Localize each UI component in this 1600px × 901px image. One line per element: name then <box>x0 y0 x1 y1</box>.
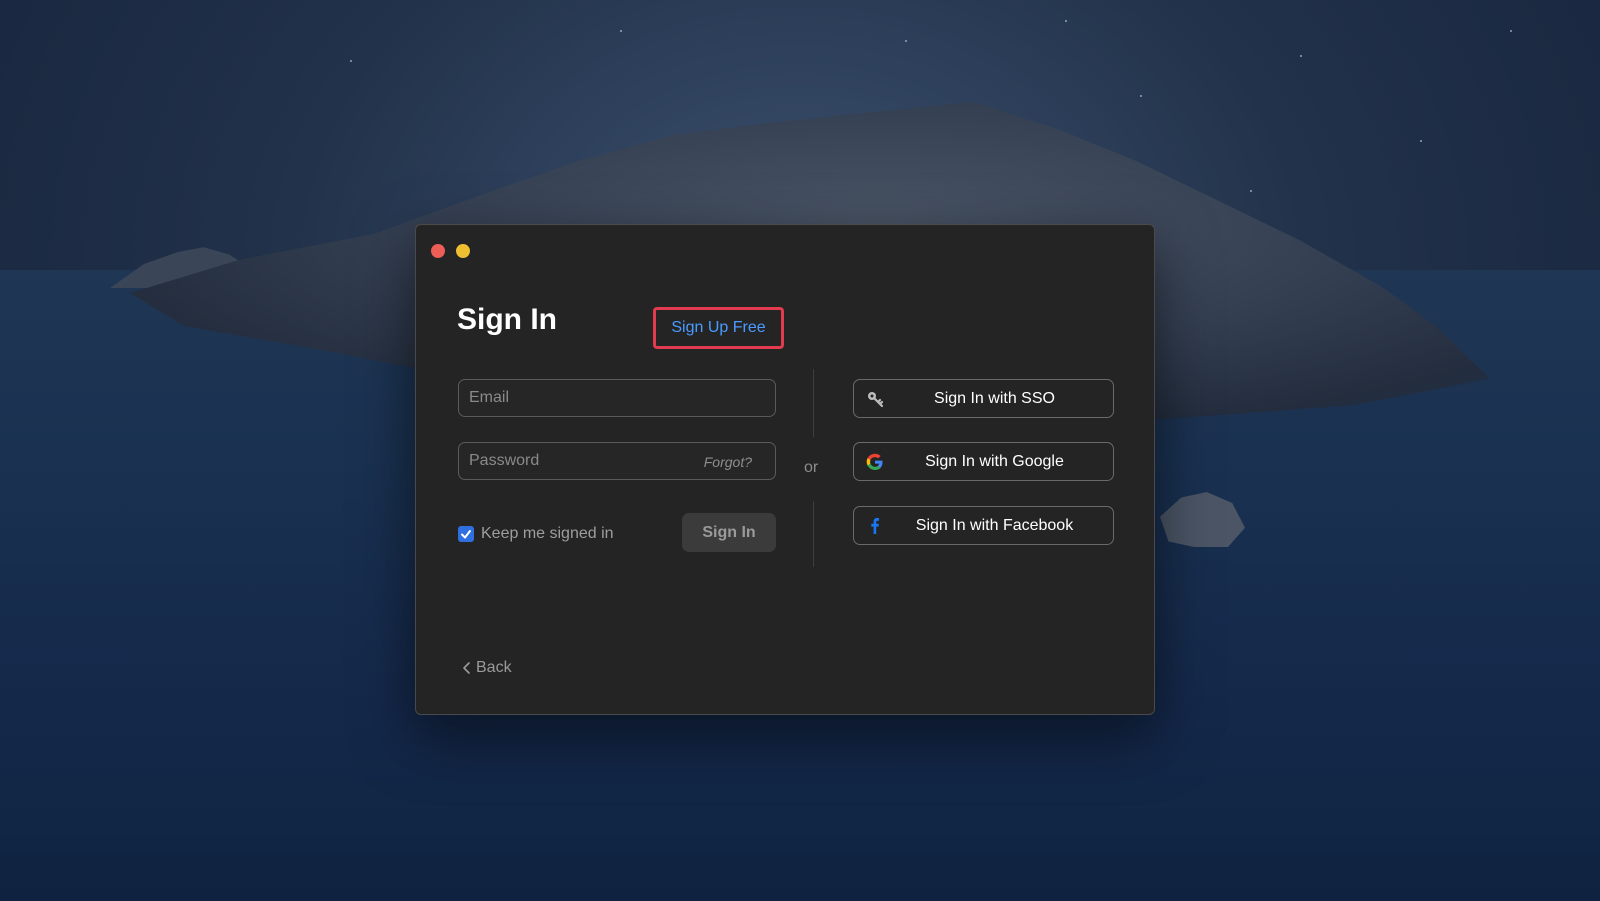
sign-in-facebook-button[interactable]: Sign In with Facebook <box>853 506 1114 545</box>
sign-in-google-button[interactable]: Sign In with Google <box>853 442 1114 481</box>
keep-signed-in-label: Keep me signed in <box>481 525 614 542</box>
checkmark-icon <box>461 530 471 539</box>
page-title: Sign In <box>457 303 557 336</box>
email-input[interactable] <box>459 380 775 416</box>
minimize-button[interactable] <box>456 244 470 258</box>
sign-in-button[interactable]: Sign In <box>682 513 776 552</box>
sign-in-sso-button[interactable]: Sign In with SSO <box>853 379 1114 418</box>
google-button-label: Sign In with Google <box>925 452 1064 470</box>
back-label: Back <box>476 659 512 676</box>
or-separator: or <box>804 459 819 476</box>
wallpaper-star <box>1300 55 1302 57</box>
chevron-left-icon <box>463 662 470 674</box>
close-button[interactable] <box>431 244 445 258</box>
sso-button-label: Sign In with SSO <box>934 389 1055 407</box>
email-field[interactable] <box>458 379 776 417</box>
divider-line-bottom <box>813 501 814 567</box>
wallpaper-star <box>1140 95 1142 97</box>
wallpaper-star <box>620 30 622 32</box>
keep-signed-in-checkbox[interactable] <box>458 526 474 542</box>
divider-line-top <box>813 369 814 437</box>
facebook-icon <box>871 518 879 534</box>
wallpaper-star <box>1250 190 1252 192</box>
sign-up-free-link[interactable]: Sign Up Free <box>653 307 784 349</box>
forgot-password-link[interactable]: Forgot? <box>704 454 752 470</box>
keep-signed-in[interactable]: Keep me signed in <box>458 525 614 543</box>
password-field[interactable]: Forgot? <box>458 442 776 480</box>
signin-window: Sign In Sign Up Free Forgot? Keep me sig… <box>415 224 1155 715</box>
wallpaper-star <box>350 60 352 62</box>
wallpaper-star <box>1510 30 1512 32</box>
google-icon <box>866 453 883 470</box>
wallpaper-star <box>1420 140 1422 142</box>
wallpaper-star <box>1065 20 1067 22</box>
facebook-button-label: Sign In with Facebook <box>915 516 1074 534</box>
key-icon <box>868 392 884 408</box>
back-link[interactable]: Back <box>462 659 512 677</box>
wallpaper-star <box>905 40 907 42</box>
